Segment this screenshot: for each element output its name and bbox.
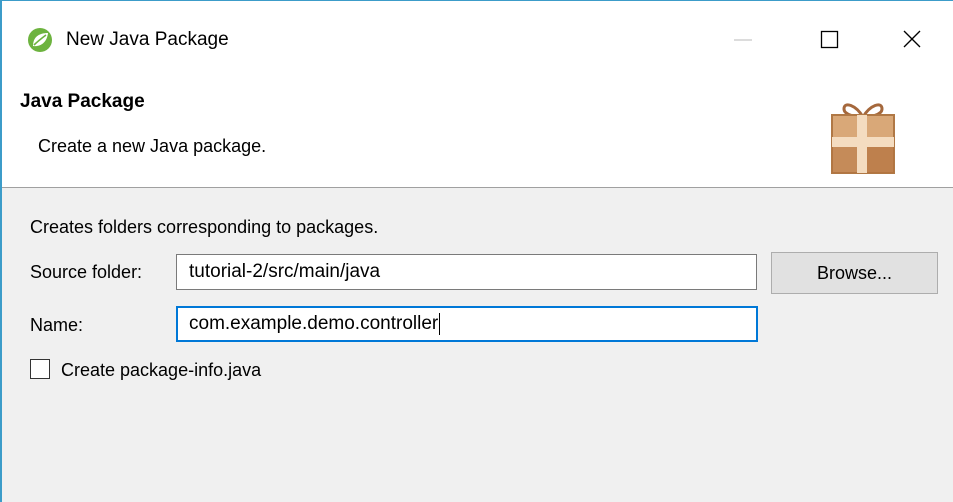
window-title: New Java Package — [66, 29, 229, 50]
source-folder-label: Source folder: — [30, 262, 143, 282]
text-cursor — [439, 312, 441, 335]
package-info-label[interactable]: Create package-info.java — [61, 358, 261, 382]
source-folder-input[interactable]: tutorial-2/src/main/java — [176, 254, 757, 290]
close-icon — [903, 30, 921, 48]
spring-leaf-icon — [28, 28, 52, 52]
intro-text: Creates folders corresponding to package… — [30, 217, 379, 237]
name-input[interactable]: com.example.demo.controller — [176, 306, 758, 342]
name-value: com.example.demo.controller — [189, 313, 439, 334]
browse-button[interactable]: Browse... — [771, 252, 938, 294]
maximize-icon — [820, 30, 839, 49]
package-gift-icon — [831, 103, 895, 174]
new-java-package-dialog: New Java Package Java Package Create a n… — [0, 0, 953, 502]
source-folder-value: tutorial-2/src/main/java — [189, 261, 381, 282]
close-button[interactable] — [890, 19, 936, 59]
minimize-button[interactable] — [720, 19, 766, 59]
page-title: Java Package — [20, 91, 145, 112]
title-bar[interactable]: New Java Package — [2, 1, 953, 79]
page-description: Create a new Java package. — [38, 136, 267, 156]
name-label: Name: — [30, 315, 84, 335]
wizard-header: Java Package Create a new Java package. — [2, 79, 953, 188]
package-info-checkbox[interactable] — [30, 359, 50, 379]
maximize-button[interactable] — [806, 19, 852, 59]
minimize-icon — [734, 39, 752, 41]
